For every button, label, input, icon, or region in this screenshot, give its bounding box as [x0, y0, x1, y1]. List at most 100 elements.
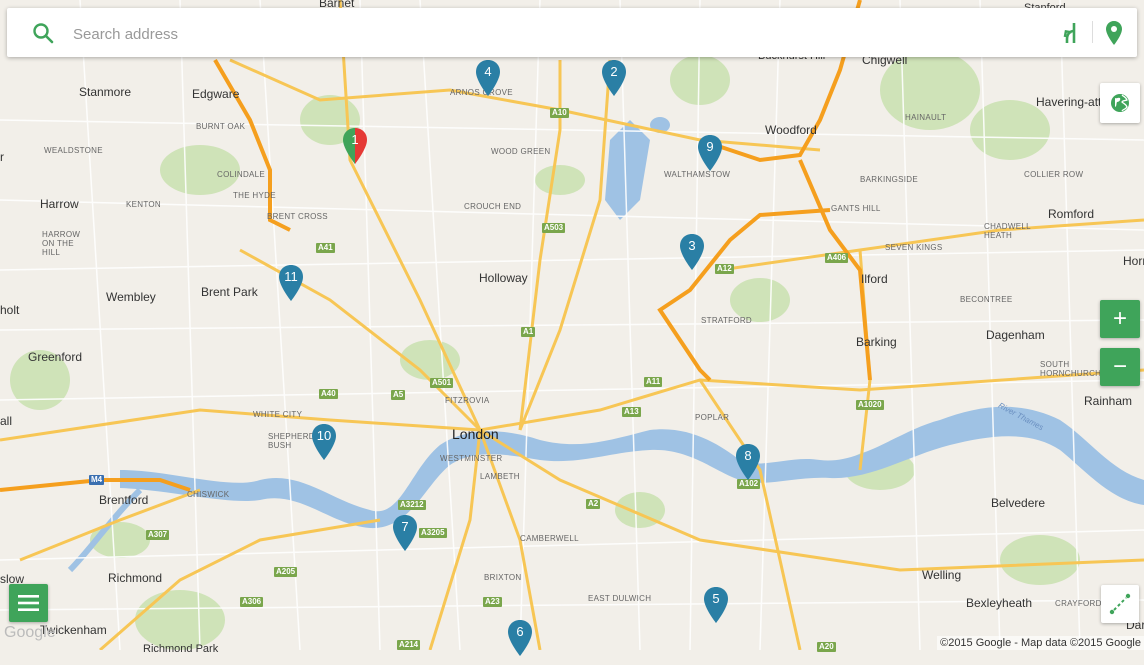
globe-button[interactable]	[1100, 83, 1140, 123]
marker-number: 4	[484, 64, 492, 79]
map-marker-3[interactable]: 3	[679, 234, 705, 274]
marker-number: 6	[516, 624, 524, 639]
road-shield: A12	[715, 264, 734, 274]
road-shield: A306	[240, 597, 264, 607]
minus-icon: −	[1112, 353, 1127, 380]
district-label: EAST DULWICH	[588, 594, 652, 603]
marker-number: 8	[744, 448, 752, 463]
map-marker-1[interactable]: 1	[342, 128, 368, 168]
search-icon[interactable]	[32, 22, 54, 44]
district-label: STRATFORD	[701, 316, 752, 325]
road-shield: A40	[319, 389, 338, 399]
marker-number: 3	[688, 238, 696, 253]
district-label: GANTS HILL	[831, 204, 881, 213]
district-label: BRENT CROSS	[267, 212, 328, 221]
menu-button[interactable]	[9, 584, 48, 622]
map-marker-2[interactable]: 2	[601, 60, 627, 100]
district-label: WEALDSTONE	[44, 146, 103, 155]
marker-number: 7	[401, 519, 409, 534]
place-label: Horn	[1123, 254, 1144, 268]
place-label: London	[452, 426, 499, 442]
place-label: Havering-atte	[1036, 95, 1109, 109]
place-label: Belvedere	[991, 496, 1046, 510]
place-label: Edgware	[192, 87, 240, 101]
district-label: HAINAULT	[905, 113, 947, 122]
road-shield: A13	[622, 407, 641, 417]
road-shield: A205	[274, 567, 298, 577]
globe-icon	[1111, 94, 1129, 112]
marker-number: 9	[706, 139, 714, 154]
road-shield: A11	[644, 377, 663, 387]
road-shield: A406	[825, 253, 849, 263]
plus-icon: +	[1112, 305, 1127, 332]
road-shield: A20	[817, 642, 836, 652]
place-label: Harrow	[40, 197, 79, 211]
search-input[interactable]	[71, 20, 975, 48]
zoom-in-button[interactable]: +	[1100, 300, 1140, 338]
place-label: all	[0, 414, 13, 428]
search-bar	[7, 8, 1137, 57]
place-label: Woodford	[765, 123, 817, 137]
google-logo: Google	[4, 624, 56, 641]
map-marker-4[interactable]: 4	[475, 60, 501, 100]
road-shield: A1	[521, 327, 536, 337]
district-label: FITZROVIA	[445, 396, 490, 405]
place-label: Wembley	[106, 290, 156, 304]
district-label: BECONTREE	[960, 295, 1013, 304]
map-marker-11[interactable]: 11	[278, 265, 304, 305]
district-label: COLINDALE	[217, 170, 266, 179]
place-label: Ilford	[861, 272, 888, 286]
district-label: WESTMINSTER	[440, 454, 503, 463]
road-shield: A307	[146, 530, 170, 540]
place-label: Barking	[856, 335, 897, 349]
district-label: SEVEN KINGS	[885, 243, 943, 252]
district-label: BURNT OAK	[196, 122, 246, 131]
district-label: KENTON	[126, 200, 161, 209]
district-label: POPLAR	[695, 413, 730, 422]
directions-icon[interactable]	[1060, 21, 1082, 45]
place-label: Stanmore	[79, 85, 132, 99]
hamburger-menu-icon	[18, 595, 39, 611]
place-label: Brentford	[99, 493, 149, 507]
district-label: BRIXTON	[484, 573, 522, 582]
divider	[1092, 21, 1093, 43]
place-label: Richmond Park	[143, 643, 219, 655]
district-label: CHISWICK	[187, 490, 230, 499]
place-label: Brent Park	[201, 285, 258, 299]
road-shield: A214	[397, 640, 421, 650]
road-shield: A10	[550, 108, 569, 118]
map-marker-9[interactable]: 9	[697, 135, 723, 175]
map-marker-6[interactable]: 6	[507, 620, 533, 660]
marker-number: 5	[712, 591, 720, 606]
map-pin-icon[interactable]	[1104, 20, 1124, 46]
marker-number: 2	[610, 64, 618, 79]
district-label: BARKINGSIDE	[860, 175, 918, 184]
road-shield: A3212	[398, 500, 426, 510]
road-shield: A2	[586, 499, 601, 509]
map-marker-5[interactable]: 5	[703, 587, 729, 627]
district-label: COLLIER ROW	[1024, 170, 1084, 179]
place-label: Romford	[1048, 207, 1095, 221]
map-marker-8[interactable]: 8	[735, 444, 761, 484]
map-marker-10[interactable]: 10	[311, 424, 337, 464]
route-button[interactable]	[1101, 585, 1139, 623]
road-shield: A23	[483, 597, 502, 607]
zoom-out-button[interactable]: −	[1100, 348, 1140, 386]
district-label: CRAYFORD	[1055, 599, 1102, 608]
district-label: THE HYDE	[233, 191, 276, 200]
route-icon	[1109, 593, 1131, 615]
map-attribution[interactable]: ©2015 Google - Map data ©2015 Google	[937, 636, 1144, 650]
district-label: LAMBETH	[480, 472, 520, 481]
marker-number: 1	[351, 132, 359, 147]
district-label: CROUCH END	[464, 202, 522, 211]
district-label: WOOD GREEN	[491, 147, 551, 156]
road-shield: M4	[89, 475, 105, 485]
place-label: Greenford	[28, 350, 83, 364]
map-canvas[interactable]	[0, 0, 1144, 650]
district-label: CAMBERWELL	[520, 534, 579, 543]
place-label: r	[0, 150, 4, 164]
map-marker-7[interactable]: 7	[392, 515, 418, 555]
place-label: Dagenham	[986, 328, 1045, 342]
district-label: WHITE CITY	[253, 410, 303, 419]
place-label: Holloway	[479, 271, 528, 285]
